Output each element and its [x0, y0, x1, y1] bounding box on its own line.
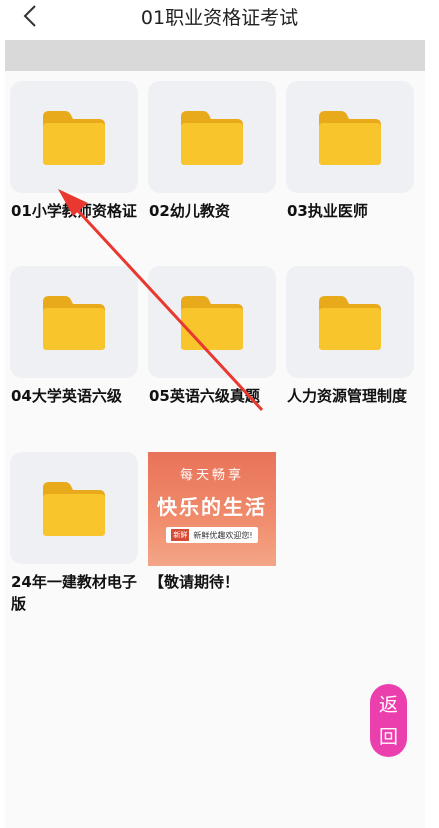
return-label-2: 回 — [378, 725, 398, 748]
thumbnail-subtitle: 新鲜优趣欢迎您! — [193, 530, 253, 540]
folder-label: 05英语六级真题 — [149, 387, 260, 405]
folder-tile[interactable] — [286, 81, 414, 193]
thumbnail-tag: 新鲜 — [171, 529, 190, 541]
folder-icon — [177, 107, 247, 167]
folder-icon — [177, 292, 247, 352]
folder-tile[interactable] — [148, 266, 276, 378]
folder-label: 04大学英语六级 — [11, 387, 122, 405]
folder-icon — [315, 292, 385, 352]
thumbnail-line2: 快乐的生活 — [157, 495, 267, 519]
folder-tile[interactable] — [10, 81, 138, 193]
folder-label: 01小学教师资格证 — [11, 202, 137, 220]
top-bar: 01职业资格证考试 — [0, 0, 439, 36]
folder-label: 03执业医师 — [287, 202, 368, 220]
folder-icon — [39, 292, 109, 352]
item-label: 【敬请期待！ — [149, 573, 240, 591]
promo-thumbnail[interactable]: 每天畅享 快乐的生活 新鲜 新鲜优趣欢迎您! — [148, 452, 276, 566]
folder-tile[interactable] — [10, 266, 138, 378]
folder-label: 人力资源管理制度 — [287, 387, 408, 405]
folder-label: 24年一建教材电子版 — [11, 573, 137, 613]
folder-tile[interactable] — [148, 81, 276, 193]
return-label-1: 返 — [378, 693, 398, 716]
thumbnail-pill: 新鲜 新鲜优趣欢迎您! — [166, 527, 258, 543]
folder-icon — [39, 478, 109, 538]
folder-tile[interactable] — [286, 266, 414, 378]
folder-icon — [39, 107, 109, 167]
folder-icon — [315, 107, 385, 167]
thumbnail-line1: 每天畅享 — [179, 468, 244, 483]
page-title: 01职业资格证考试 — [140, 7, 299, 29]
folder-tile[interactable] — [10, 452, 138, 564]
folder-label: 02幼儿教资 — [149, 202, 230, 220]
gray-banner — [5, 40, 425, 71]
return-button[interactable]: 返 回 — [370, 684, 407, 757]
